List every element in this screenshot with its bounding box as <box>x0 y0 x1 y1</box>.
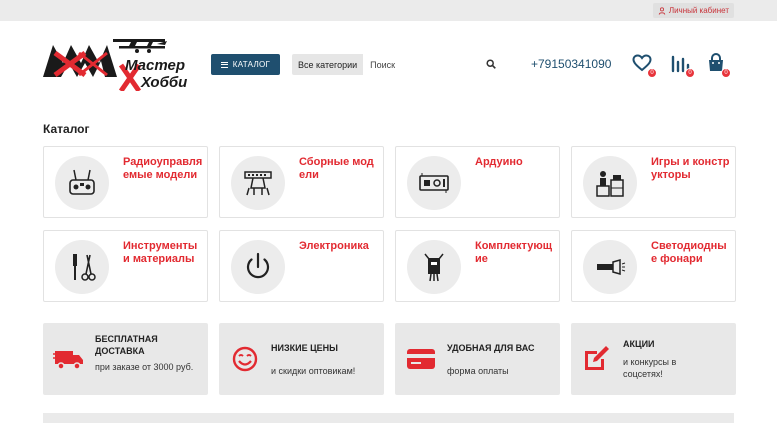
feature-title: БЕСПЛАТНАЯ ДОСТАВКА <box>95 334 158 356</box>
compare-count: 0 <box>685 68 695 78</box>
feature-title: УДОБНАЯ ДЛЯ ВАС <box>447 343 535 353</box>
rc-controller-icon <box>69 169 95 195</box>
feature-free-delivery: БЕСПЛАТНАЯ ДОСТАВКА при заказе от 3000 р… <box>43 323 208 395</box>
arduino-board-icon <box>419 173 449 193</box>
category-card-components[interactable]: Комплектующие <box>395 230 560 302</box>
category-card-flashlights[interactable]: Светодиодные фонари <box>571 230 736 302</box>
logo-text-1: Мастер <box>125 57 185 74</box>
cart-count: 0 <box>721 68 731 78</box>
search-bar: Все категории <box>292 54 504 75</box>
flashlight-icon <box>597 259 626 275</box>
search-input[interactable] <box>363 54 504 75</box>
user-icon <box>658 6 666 15</box>
category-card-model-kits[interactable]: Сборные модели <box>219 146 384 218</box>
compare-button[interactable]: 0 <box>670 53 695 78</box>
credit-card-icon <box>407 349 435 369</box>
category-card-rc-models[interactable]: Радиоуправляемые модели <box>43 146 208 218</box>
category-card-games[interactable]: Игры и конструкторы <box>571 146 736 218</box>
phone-number[interactable]: +79150341090 <box>531 57 611 71</box>
feature-title: АКЦИИ <box>623 339 655 349</box>
power-icon <box>246 252 270 279</box>
catalog-title: Каталог <box>43 122 90 136</box>
category-card-arduino[interactable]: Ардуино <box>395 146 560 218</box>
feature-title: НИЗКИЕ ЦЕНЫ <box>271 343 338 353</box>
category-label: Игры и конструкторы <box>651 156 730 181</box>
cart-button[interactable]: 0 <box>706 53 731 78</box>
feature-subtitle: форма оплаты <box>447 366 509 376</box>
components-icon <box>424 253 444 282</box>
wishlist-count: 0 <box>647 68 657 78</box>
category-label: Сборные модели <box>299 156 374 181</box>
top-bar: Личный кабинет <box>0 0 777 21</box>
feature-subtitle: при заказе от 3000 руб. <box>95 362 194 372</box>
site-logo[interactable]: Мастер Хобби <box>41 35 195 91</box>
category-card-electronics[interactable]: Электроника <box>219 230 384 302</box>
account-link[interactable]: Личный кабинет <box>652 3 734 18</box>
feature-subtitle: и конкурсы в соцсетях! <box>623 357 677 379</box>
category-label: Электроника <box>299 240 369 252</box>
feature-low-prices: НИЗКИЕ ЦЕНЫ и скидки оптовикам! <box>219 323 384 395</box>
feature-subtitle: и скидки оптовикам! <box>271 366 356 376</box>
search-icon[interactable] <box>486 59 496 69</box>
delivery-truck-icon <box>53 351 83 370</box>
category-label: Комплектующие <box>475 240 552 265</box>
search-category-select[interactable]: Все категории <box>292 54 364 75</box>
category-card-tools[interactable]: Инструменты и материалы <box>43 230 208 302</box>
feature-promotions: АКЦИИ и конкурсы в соцсетях! <box>571 323 736 395</box>
category-label: Радиоуправляемые модели <box>123 156 203 181</box>
smile-icon <box>232 346 258 372</box>
feature-payment: УДОБНАЯ ДЛЯ ВАС форма оплаты <box>395 323 560 395</box>
menu-icon <box>220 61 228 68</box>
catalog-button-label: КАТАЛОГ <box>232 60 271 69</box>
edit-icon <box>585 346 609 370</box>
category-label: Светодиодные фонари <box>651 240 727 265</box>
account-label: Личный кабинет <box>668 6 729 15</box>
tools-icon <box>73 254 96 281</box>
model-kit-icon <box>244 171 272 196</box>
category-label: Ардуино <box>475 156 523 168</box>
catalog-button[interactable]: КАТАЛОГ <box>211 54 280 75</box>
bottom-strip <box>43 413 734 423</box>
category-label: Инструменты и материалы <box>123 240 198 265</box>
logo-text-2: Хобби <box>140 74 187 91</box>
wishlist-button[interactable]: 0 <box>632 53 657 78</box>
toys-icon <box>596 171 624 197</box>
